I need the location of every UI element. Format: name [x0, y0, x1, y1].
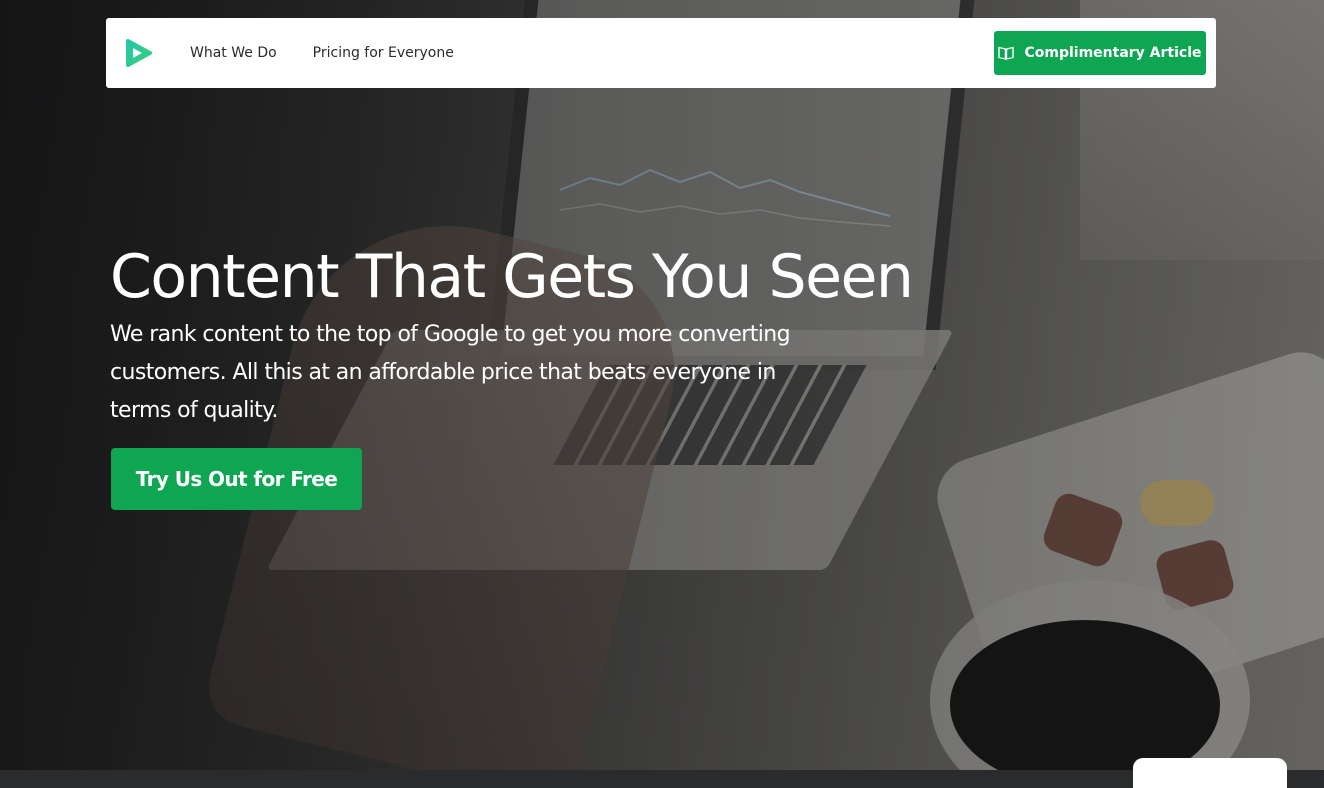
nav-link-what-we-do[interactable]: What We Do	[190, 45, 277, 61]
complimentary-article-button[interactable]: Complimentary Article	[994, 31, 1206, 75]
complimentary-article-label: Complimentary Article	[1024, 45, 1202, 61]
try-free-button[interactable]: Try Us Out for Free	[111, 448, 362, 510]
nav-link-pricing[interactable]: Pricing for Everyone	[313, 45, 454, 61]
top-navbar: What We Do Pricing for Everyone Complime…	[106, 18, 1216, 88]
open-book-icon	[998, 46, 1015, 60]
hero-headline: Content That Gets You Seen	[110, 242, 914, 312]
play-triangle-logo-icon[interactable]	[122, 37, 154, 69]
hero-subtext: We rank content to the top of Google to …	[110, 322, 791, 423]
chat-widget-tab[interactable]	[1133, 758, 1287, 788]
